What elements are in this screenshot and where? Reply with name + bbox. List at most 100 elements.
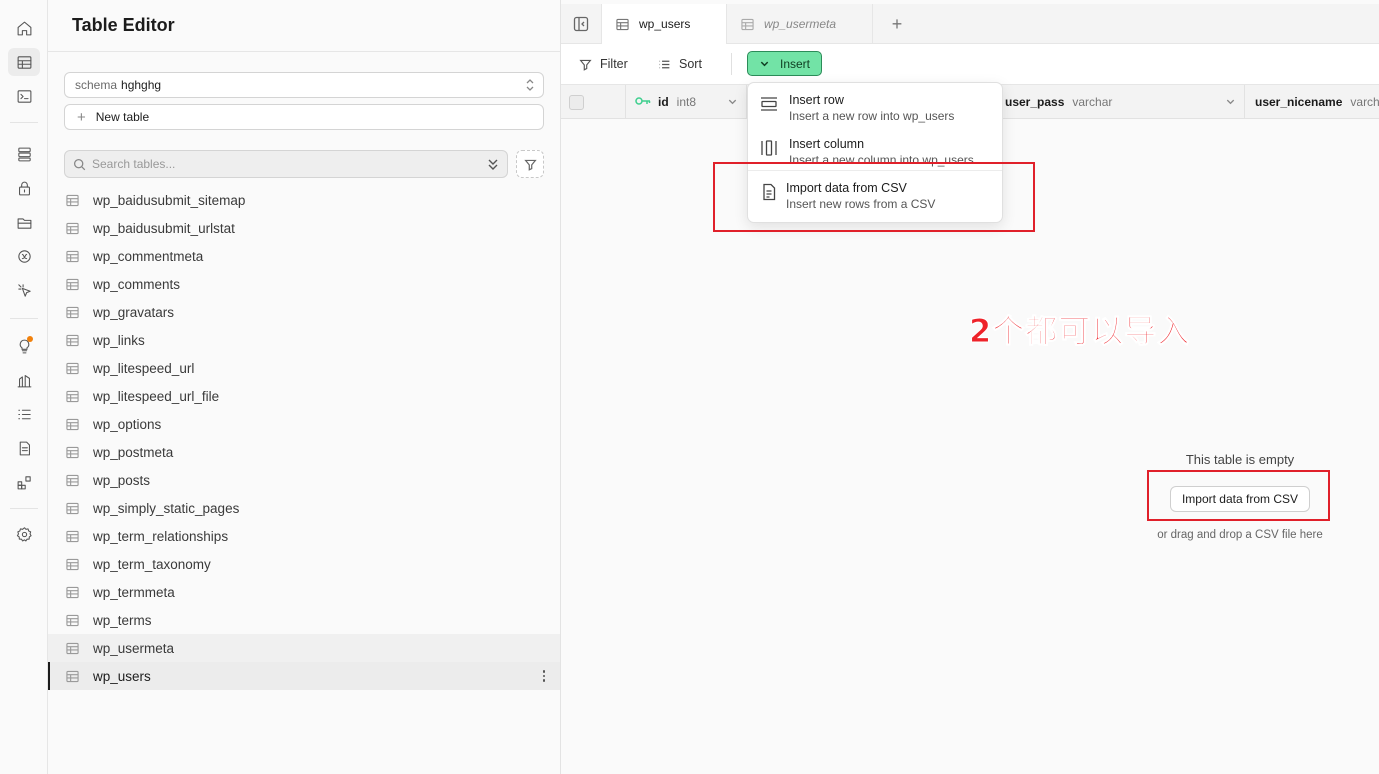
menu-item-insert-column[interactable]: Insert column Insert a new column into w… [748, 127, 1002, 167]
functions-icon[interactable] [8, 242, 40, 270]
schema-select[interactable]: schema hghghg [64, 72, 544, 98]
menu-item-insert-row[interactable]: Insert row Insert a new row into wp_user… [748, 83, 1002, 123]
table-icon [66, 614, 79, 627]
new-table-button[interactable]: + New table [64, 104, 544, 130]
table-icon [741, 18, 754, 30]
column-name: id [658, 95, 669, 109]
table-icon [66, 502, 79, 515]
list-icon[interactable] [8, 400, 40, 428]
integrations-icon[interactable] [8, 468, 40, 496]
lightbulb-icon[interactable] [8, 332, 40, 360]
column-header-id[interactable]: id int8 [625, 85, 746, 119]
lock-icon[interactable] [8, 174, 40, 202]
table-icon [66, 670, 79, 683]
chevron-down-icon[interactable] [1225, 96, 1236, 107]
settings-gear-icon[interactable] [8, 520, 40, 548]
tab-wp-users[interactable]: wp_users [601, 4, 727, 44]
sidebar-table-item[interactable]: wp_litespeed_url [48, 354, 560, 382]
sidebar-table-item[interactable]: wp_simply_static_pages [48, 494, 560, 522]
sidebar-table-label: wp_options [93, 416, 162, 432]
sidebar-table-item[interactable]: wp_usermeta [48, 634, 560, 662]
toolbar-divider [731, 53, 732, 75]
column-type: varchar [1350, 95, 1379, 109]
sidebar-table-item[interactable]: wp_posts [48, 466, 560, 494]
sidebar-table-label: wp_litespeed_url_file [93, 388, 220, 404]
column-name: user_pass [1005, 95, 1065, 109]
tab-wp-usermeta[interactable]: wp_usermeta [727, 4, 873, 44]
sidebar-table-label: wp_baidusubmit_urlstat [93, 220, 235, 236]
table-icon [66, 250, 79, 263]
grid-toolbar: Filter Sort Insert [561, 44, 1379, 85]
rail-divider [10, 122, 38, 123]
sidebar-title: Table Editor [72, 15, 175, 35]
sidebar-table-item[interactable]: wp_litespeed_url_file [48, 382, 560, 410]
table-icon [66, 278, 79, 291]
sidebar-table-item[interactable]: wp_term_taxonomy [48, 550, 560, 578]
sidebar-table-label: wp_litespeed_url [93, 360, 195, 376]
columns-icon [760, 139, 778, 157]
sidebar-table-item[interactable]: wp_term_relationships [48, 522, 560, 550]
add-tab-plus-icon[interactable]: + [887, 14, 907, 34]
sidebar-table-item[interactable]: wp_termmeta [48, 578, 560, 606]
sidebar-table-label: wp_links [93, 332, 145, 348]
realtime-icon[interactable] [8, 276, 40, 304]
empty-state-hint: or drag and drop a CSV file here [1157, 529, 1323, 541]
sidebar-table-item[interactable]: wp_baidusubmit_urlstat [48, 214, 560, 242]
search-tables-box[interactable] [64, 150, 508, 178]
table-icon [66, 642, 79, 655]
table-icon [66, 194, 79, 207]
filter-button[interactable]: Filter [579, 54, 628, 74]
primary-key-icon [635, 95, 658, 109]
select-all-checkbox[interactable] [569, 95, 584, 110]
chevron-double-down-icon[interactable] [487, 157, 499, 171]
sidebar-table-item[interactable]: wp_users [48, 662, 560, 690]
chevron-down-icon [760, 61, 769, 67]
collapse-sidebar-button[interactable] [573, 16, 589, 32]
sidebar-table-label: wp_terms [93, 612, 152, 628]
sidebar-table-item[interactable]: wp_terms [48, 606, 560, 634]
column-header-user-nicename[interactable]: user_nicename varchar [1244, 85, 1379, 119]
sidebar-table-item[interactable]: wp_options [48, 410, 560, 438]
sidebar-table-label: wp_baidusubmit_sitemap [93, 192, 246, 208]
tab-label: wp_usermeta [764, 17, 837, 31]
sort-label: Sort [679, 57, 702, 71]
table-icon [66, 586, 79, 599]
chevron-up-down-icon [526, 79, 534, 91]
chevron-down-icon[interactable] [727, 96, 738, 107]
sidebar-table-label: wp_comments [93, 276, 181, 292]
tab-label: wp_users [639, 17, 691, 31]
table-icon [66, 362, 79, 375]
sidebar-table-item[interactable]: wp_commentmeta [48, 242, 560, 270]
sidebar-table-label: wp_usermeta [93, 640, 175, 656]
table-editor-icon[interactable] [8, 48, 40, 76]
filter-tables-button[interactable] [516, 150, 544, 178]
sql-editor-icon[interactable] [8, 82, 40, 110]
filter-icon [523, 159, 537, 171]
rail-divider [10, 318, 38, 319]
database-icon[interactable] [8, 140, 40, 168]
sidebar-table-item[interactable]: wp_comments [48, 270, 560, 298]
sort-button[interactable]: Sort [658, 54, 702, 74]
sidebar-table-item[interactable]: wp_baidusubmit_sitemap [48, 186, 560, 214]
storage-icon[interactable] [8, 208, 40, 236]
reports-icon[interactable] [8, 366, 40, 394]
sidebar-table-item[interactable]: wp_links [48, 326, 560, 354]
table-editor-sidebar: Table Editor schema hghghg + New table w… [48, 0, 561, 774]
menu-item-label: Insert row [789, 93, 844, 107]
more-options-icon[interactable] [540, 668, 548, 684]
sort-list-icon [659, 60, 670, 68]
insert-button[interactable]: Insert [747, 51, 822, 76]
sidebar-table-item[interactable]: wp_gravatars [48, 298, 560, 326]
table-icon [66, 222, 79, 235]
sidebar-table-label: wp_term_taxonomy [93, 556, 211, 572]
table-icon [66, 474, 79, 487]
annotation-box-menu [713, 162, 1035, 232]
docs-icon[interactable] [8, 434, 40, 462]
sidebar-table-label: wp_termmeta [93, 584, 175, 600]
home-icon[interactable] [8, 14, 40, 42]
tab-bar: wp_users wp_usermeta + [561, 4, 1379, 44]
search-tables-input[interactable] [92, 157, 472, 171]
notification-dot [27, 336, 33, 342]
sidebar-table-item[interactable]: wp_postmeta [48, 438, 560, 466]
menu-item-label: Insert column [789, 137, 865, 151]
